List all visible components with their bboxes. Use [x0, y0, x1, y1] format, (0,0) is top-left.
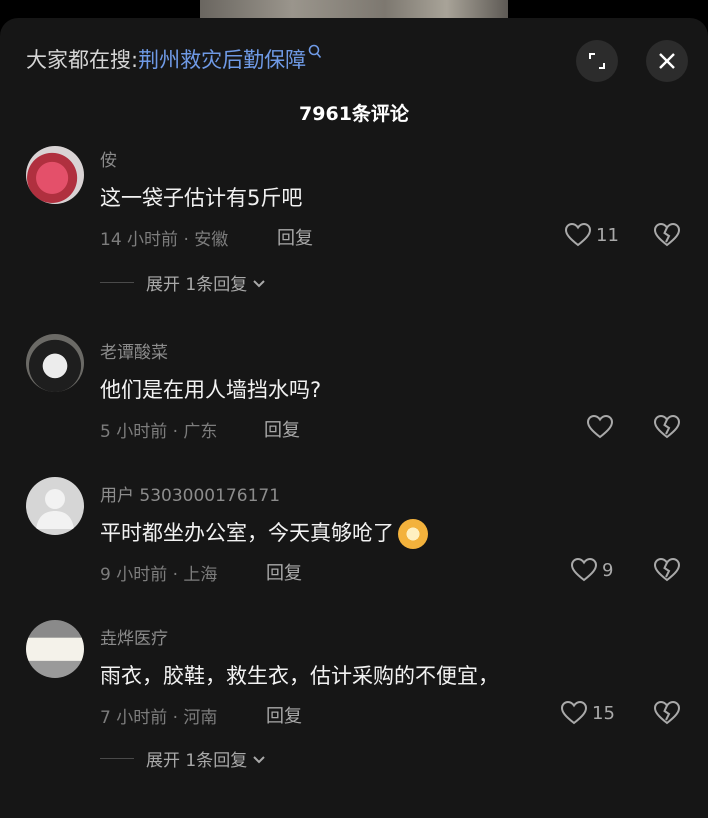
broken-heart-icon — [653, 222, 681, 247]
dislike-button[interactable] — [653, 700, 681, 730]
emoji-icon — [398, 519, 428, 549]
reply-button[interactable]: 回复 — [264, 416, 300, 442]
comment-count-title: 7961条评论 — [299, 103, 409, 125]
comment-username[interactable]: 用户 5303000176171 — [100, 481, 280, 506]
avatar[interactable] — [26, 334, 84, 392]
comment-meta: 7 小时前 · 河南 — [100, 708, 218, 728]
expand-button[interactable] — [576, 40, 618, 82]
expand-replies-label: 展开 1条回复 — [146, 751, 248, 771]
reply-button[interactable]: 回复 — [277, 224, 313, 250]
avatar[interactable] — [26, 477, 84, 535]
broken-heart-icon — [653, 414, 681, 439]
comment-username[interactable]: 老谭酸菜 — [100, 338, 168, 363]
heart-icon — [586, 414, 614, 439]
trending-search-link[interactable]: 大家都在搜:荆州救灾后勤保障 — [26, 44, 322, 74]
heart-icon — [570, 557, 598, 582]
comment-meta: 5 小时前 · 广东 — [100, 422, 218, 442]
chevron-down-icon — [253, 279, 265, 287]
comment-text: 平时都坐办公室，今天真够呛了 — [100, 517, 428, 549]
comment-username[interactable]: 侒 — [100, 146, 117, 171]
heart-icon — [564, 222, 592, 247]
comment-meta: 9 小时前 · 上海 — [100, 565, 218, 585]
chevron-down-icon — [253, 755, 265, 763]
like-button[interactable]: 15 — [560, 700, 615, 726]
comment-text: 这一袋子估计有5斤吧 — [100, 186, 303, 210]
expand-replies-button[interactable]: 展开 1条回复 — [100, 746, 267, 771]
dislike-button[interactable] — [653, 557, 681, 587]
close-icon — [659, 53, 675, 69]
like-button[interactable] — [586, 414, 618, 440]
broken-heart-icon — [653, 700, 681, 725]
like-count: 9 — [602, 559, 614, 581]
expand-replies-label: 展开 1条回复 — [146, 275, 248, 295]
comment-text-content: 平时都坐办公室，今天真够呛了 — [100, 521, 394, 545]
trending-search-prefix: 大家都在搜: — [26, 48, 139, 72]
like-button[interactable]: 9 — [570, 557, 613, 583]
like-button[interactable]: 11 — [564, 222, 619, 248]
close-button[interactable] — [646, 40, 688, 82]
expand-replies-button[interactable]: 展开 1条回复 — [100, 270, 267, 295]
comment-username[interactable]: 垚烨医疗 — [100, 624, 168, 649]
default-avatar-icon — [36, 489, 74, 529]
like-count: 11 — [596, 224, 619, 246]
reply-button[interactable]: 回复 — [266, 559, 302, 585]
heart-icon — [560, 700, 588, 725]
comment-text: 他们是在用人墙挡水吗? — [100, 378, 322, 402]
trending-search-term[interactable]: 荆州救灾后勤保障 — [138, 48, 306, 72]
avatar[interactable] — [26, 146, 84, 204]
search-icon — [308, 44, 322, 64]
broken-heart-icon — [653, 557, 681, 582]
comment-text: 雨衣，胶鞋，救生衣，估计采购的不便宜， — [100, 664, 499, 688]
like-count: 15 — [592, 702, 615, 724]
expand-icon — [589, 53, 605, 69]
divider — [100, 282, 134, 283]
comment-meta: 14 小时前 · 安徽 — [100, 230, 229, 250]
dislike-button[interactable] — [653, 414, 681, 444]
dislike-button[interactable] — [653, 222, 681, 252]
divider — [100, 758, 134, 759]
reply-button[interactable]: 回复 — [266, 702, 302, 728]
avatar[interactable] — [26, 620, 84, 678]
video-thumbnail-strip — [200, 0, 508, 20]
